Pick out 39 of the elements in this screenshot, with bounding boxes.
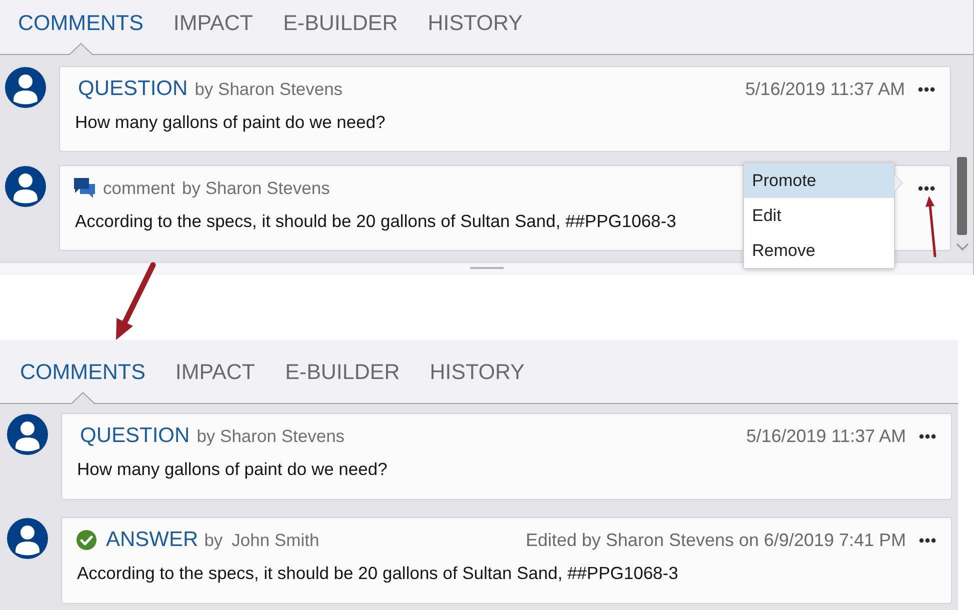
comment-text: How many gallons of paint do we need? (74, 111, 386, 133)
author-name: by Sharon Stevens (194, 78, 343, 100)
more-icon[interactable] (918, 86, 935, 92)
tab[interactable]: COMMENTS (20, 340, 146, 403)
tab[interactable]: HISTORY (428, 0, 523, 54)
menu-item[interactable]: Remove (744, 233, 894, 268)
tab[interactable]: COMMENTS (18, 0, 144, 54)
post-type-label: comment (103, 178, 175, 198)
tab[interactable]: IMPACT (175, 340, 256, 403)
tab[interactable]: IMPACT (173, 0, 254, 54)
avatar-icon (5, 67, 46, 108)
menu-item[interactable]: Promote (744, 163, 894, 198)
comment-text: How many gallons of paint do we need? (76, 458, 388, 480)
avatar-icon (7, 518, 48, 559)
author-name: by Sharon Stevens (196, 426, 345, 446)
tab[interactable]: HISTORY (430, 340, 525, 403)
timestamp: Edited by Sharon Stevens on 6/9/2019 7:41 PM (526, 530, 906, 550)
comment-text: According to the specs, it should be 20 gallons of Sultan Sand, ##PPG1068-3 (74, 210, 676, 232)
scrollbar-thumb[interactable] (957, 157, 967, 235)
timestamp: 5/16/2019 11:37 AM (745, 78, 905, 100)
chat-icon (74, 178, 95, 198)
post-type-label: ANSWER (106, 528, 198, 552)
more-icon[interactable] (918, 186, 935, 190)
annotation-arrow (926, 196, 936, 258)
avatar-icon (5, 166, 46, 207)
author-name: by Sharon Stevens (182, 178, 330, 198)
by-text: by (204, 530, 223, 550)
post-type-label: QUESTION (78, 77, 188, 101)
comment-text: According to the specs, it should be 20 gallons of Sultan Sand, ##PPG1068-3 (76, 562, 678, 584)
avatar-icon (7, 414, 48, 455)
author-name: John Smith (232, 530, 320, 550)
check-circle-icon (76, 530, 97, 550)
post-type-label: QUESTION (80, 424, 190, 448)
more-icon[interactable] (919, 434, 936, 438)
timestamp: 5/16/2019 11:37 AM (746, 426, 906, 446)
tab[interactable]: E-BUILDER (285, 340, 400, 403)
tab[interactable]: E-BUILDER (283, 0, 398, 54)
menu-item[interactable]: Edit (744, 198, 894, 233)
more-icon[interactable] (919, 538, 936, 542)
